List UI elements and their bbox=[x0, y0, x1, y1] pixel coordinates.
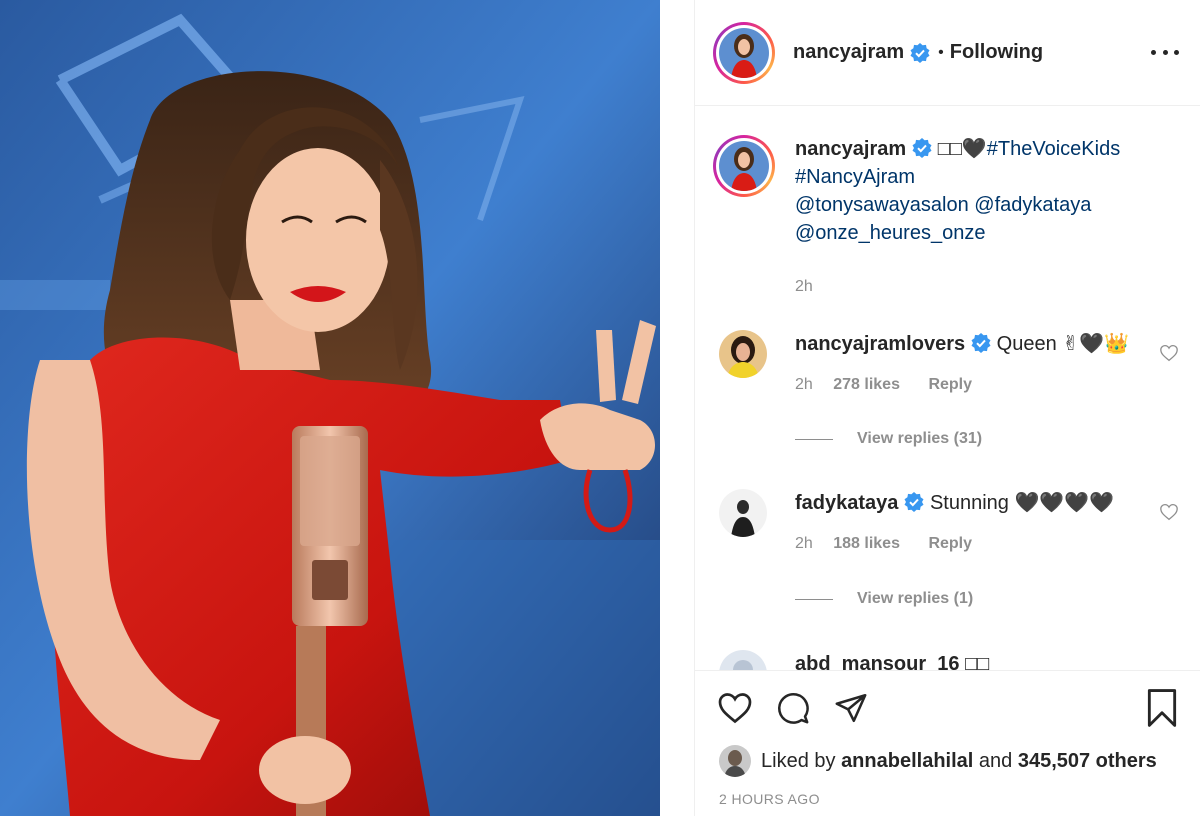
liker-avatar[interactable] bbox=[719, 745, 751, 777]
comment-avatar[interactable] bbox=[719, 489, 767, 537]
following-button[interactable]: Following bbox=[950, 41, 1043, 64]
gutter bbox=[660, 0, 694, 816]
post-actions: Liked by annabellahilal and 345,507 othe… bbox=[695, 670, 1200, 816]
post-caption: nancyajram □□🖤#TheVoiceKids #NancyAjram … bbox=[713, 135, 1155, 301]
heart-icon[interactable] bbox=[717, 691, 753, 725]
comment-avatar[interactable] bbox=[719, 650, 767, 670]
comment-text: Queen ✌🖤👑 bbox=[996, 333, 1129, 355]
post-username[interactable]: nancyajram bbox=[793, 41, 904, 64]
comment-like-heart-icon[interactable] bbox=[1159, 344, 1179, 362]
hashtag-thevoicekids[interactable]: #TheVoiceKids bbox=[987, 138, 1120, 160]
reply-button[interactable]: Reply bbox=[928, 535, 972, 552]
comment-avatar[interactable] bbox=[719, 330, 767, 378]
post-header: nancyajram • Following bbox=[695, 0, 1200, 106]
share-icon[interactable] bbox=[833, 691, 869, 725]
comment-likes[interactable]: 278 likes bbox=[833, 376, 900, 393]
caption-timestamp[interactable]: 2h bbox=[795, 278, 813, 295]
verified-badge-icon bbox=[912, 138, 932, 158]
comment-username[interactable]: nancyajramlovers bbox=[795, 333, 965, 355]
caption-avatar bbox=[719, 141, 769, 191]
post-side-panel: nancyajram • Following nancyajram □□🖤#Th… bbox=[694, 0, 1200, 816]
comment-text: □□ bbox=[965, 653, 990, 670]
liked-by-user[interactable]: annabellahilal bbox=[841, 750, 973, 773]
post-image[interactable] bbox=[0, 0, 660, 816]
mention-fadykataya[interactable]: @fadykataya bbox=[974, 194, 1091, 216]
hashtag-nancyajram[interactable]: #NancyAjram bbox=[795, 166, 915, 188]
liked-by-count[interactable]: 345,507 others bbox=[1018, 750, 1157, 773]
caption-story-ring[interactable] bbox=[713, 135, 775, 197]
comment-icon[interactable] bbox=[775, 691, 811, 725]
post-photo-illustration bbox=[0, 0, 660, 816]
liked-by-prefix: Liked by bbox=[761, 749, 836, 772]
comment-like-heart-icon[interactable] bbox=[1159, 503, 1179, 521]
liked-by-and: and bbox=[978, 749, 1013, 772]
caption-emoji: □□🖤 bbox=[937, 138, 987, 160]
comment-likes[interactable]: 188 likes bbox=[833, 535, 900, 552]
verified-badge-icon bbox=[971, 333, 991, 353]
story-ring[interactable] bbox=[713, 21, 775, 84]
avatar bbox=[719, 27, 769, 78]
comments-section[interactable]: nancyajram □□🖤#TheVoiceKids #NancyAjram … bbox=[695, 107, 1200, 670]
post-timestamp[interactable]: 2 HOURS AGO bbox=[719, 791, 820, 807]
comment-text: Stunning 🖤🖤🖤🖤 bbox=[929, 492, 1115, 514]
comment-username[interactable]: fadykataya bbox=[795, 492, 898, 514]
comment-username[interactable]: abd_mansour_16 bbox=[795, 653, 960, 670]
separator-dot: • bbox=[938, 43, 944, 61]
view-replies-button[interactable]: View replies (1) bbox=[795, 590, 973, 608]
view-replies-button[interactable]: View replies (31) bbox=[795, 430, 982, 448]
more-options-icon[interactable] bbox=[1151, 42, 1179, 62]
liked-by: Liked by annabellahilal and 345,507 othe… bbox=[719, 745, 1157, 777]
bookmark-icon[interactable] bbox=[1145, 689, 1179, 727]
caption-username[interactable]: nancyajram bbox=[795, 138, 906, 160]
comment-timestamp[interactable]: 2h bbox=[795, 535, 813, 552]
mention-tonysawayasalon[interactable]: @tonysawayasalon bbox=[795, 194, 969, 216]
verified-badge-icon bbox=[910, 42, 930, 63]
comment-timestamp[interactable]: 2h bbox=[795, 376, 813, 393]
verified-badge-icon bbox=[904, 492, 924, 512]
mention-onze-heures-onze[interactable]: @onze_heures_onze bbox=[795, 222, 985, 244]
reply-button[interactable]: Reply bbox=[928, 376, 972, 393]
